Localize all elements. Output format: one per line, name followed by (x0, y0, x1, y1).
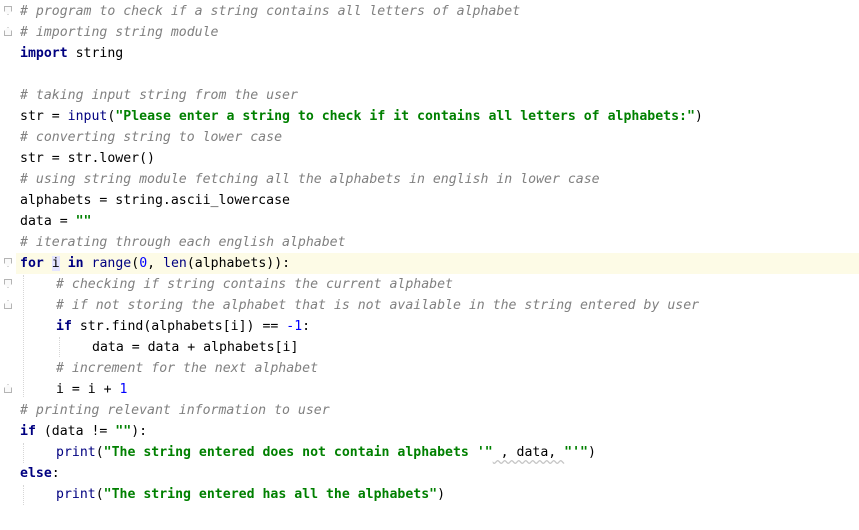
code-comment-line[interactable]: # checking if string contains the curren… (20, 274, 859, 295)
fold-end-icon[interactable] (4, 300, 12, 309)
code-token: i (51, 256, 60, 271)
code-token: print (56, 445, 96, 460)
code-line[interactable]: if (data != ""): (20, 421, 859, 442)
code-token: = (43, 109, 68, 124)
code-token: "" (75, 214, 92, 229)
fold-start-icon[interactable] (4, 6, 12, 15)
code-token: "The string entered does not contain alp… (103, 445, 493, 460)
code-token: : (51, 466, 60, 481)
code-token: i = i + (56, 382, 120, 397)
code-line[interactable]: data = data + alphabets[i] (20, 337, 859, 358)
comment-text: # printing relevant information to user (20, 403, 330, 418)
code-comment-line[interactable]: # using string module fetching all the a… (20, 169, 859, 190)
code-comment-line[interactable]: # increment for the next alphabet (20, 358, 859, 379)
comment-text: # importing string module (20, 25, 219, 40)
fold-start-icon[interactable] (4, 258, 12, 267)
code-token: -1 (286, 319, 303, 334)
code-token: input (67, 109, 108, 124)
code-comment-line[interactable]: # program to check if a string contains … (20, 1, 859, 22)
code-token: ) (437, 487, 446, 502)
code-token: data = (20, 214, 76, 229)
code-comment-line[interactable]: # converting string to lower case (20, 127, 859, 148)
code-token: ( (95, 445, 104, 460)
comment-text: # if not storing the alphabet that is no… (56, 298, 700, 313)
code-token: 1 (119, 382, 128, 397)
code-line[interactable]: if str.find(alphabets[i]) == -1: (20, 316, 859, 337)
comment-text: # increment for the next alphabet (56, 361, 319, 376)
fold-end-icon[interactable] (4, 384, 12, 393)
code-token: "Please enter a string to check if it co… (115, 109, 695, 124)
code-line[interactable]: data = "" (20, 211, 859, 232)
indent-guide (23, 443, 24, 463)
code-token: (alphabets)): (186, 256, 291, 271)
code-line[interactable]: else: (20, 463, 859, 484)
comment-text: # taking input string from the user (20, 88, 298, 103)
code-token: , data, (492, 445, 565, 460)
code-token: , (147, 256, 164, 271)
code-line[interactable]: import string (20, 43, 859, 64)
code-token: : (302, 319, 311, 334)
code-line[interactable]: str = input("Please enter a string to ch… (20, 106, 859, 127)
code-line[interactable]: alphabets = string.ascii_lowercase (20, 190, 859, 211)
code-token: range (91, 256, 132, 271)
code-token: "" (115, 424, 132, 439)
code-comment-line[interactable]: # importing string module (20, 22, 859, 43)
code-token: if (56, 319, 72, 334)
code-comment-line[interactable]: # printing relevant information to user (20, 400, 859, 421)
code-token: else (20, 466, 52, 481)
code-line[interactable]: i = i + 1 (20, 379, 859, 400)
code-token: ): (131, 424, 148, 439)
fold-start-icon[interactable] (4, 279, 12, 288)
code-token: for (20, 256, 44, 271)
code-token: 0 (139, 256, 148, 271)
code-token: str (20, 109, 44, 124)
code-token: print (56, 487, 96, 502)
code-token: string (67, 46, 124, 61)
code-line[interactable]: str = str.lower() (20, 148, 859, 169)
code-comment-line[interactable]: # iterating through each english alphabe… (20, 232, 859, 253)
indent-guide (23, 485, 24, 505)
code-line[interactable]: print("The string entered does not conta… (20, 442, 859, 463)
code-token: str.find(alphabets[i]) == (71, 319, 287, 334)
code-token: ( (131, 256, 140, 271)
code-token: str = str.lower() (20, 151, 155, 166)
comment-text: # using string module fetching all the a… (20, 172, 600, 187)
code-token: ( (95, 487, 104, 502)
code-token: len (163, 256, 187, 271)
code-comment-line[interactable]: # if not storing the alphabet that is no… (20, 295, 859, 316)
code-token: ) (694, 109, 703, 124)
code-token: in (67, 256, 84, 271)
indent-guide (23, 275, 24, 397)
code-line[interactable]: for i in range(0, len(alphabets)): (16, 253, 859, 274)
comment-text: # checking if string contains the curren… (56, 277, 453, 292)
code-comment-line[interactable]: # taking input string from the user (20, 85, 859, 106)
comment-text: # program to check if a string contains … (20, 4, 521, 19)
indent-guide (59, 337, 60, 357)
code-token: if (20, 424, 36, 439)
code-token: "The string entered has all the alphabet… (103, 487, 438, 502)
comment-text: # iterating through each english alphabe… (20, 235, 346, 250)
fold-end-icon[interactable] (4, 27, 12, 36)
code-token: data = data + alphabets[i] (92, 340, 299, 355)
code-token: alphabets = string.ascii_lowercase (20, 193, 290, 208)
blank-line[interactable] (20, 64, 859, 85)
code-token: "'" (564, 445, 588, 460)
code-line[interactable]: print("The string entered has all the al… (20, 484, 859, 505)
comment-text: # converting string to lower case (20, 130, 283, 145)
code-token: import (20, 46, 68, 61)
editor-gutter (0, 0, 16, 530)
code-token: (data != (35, 424, 116, 439)
code-token: ) (588, 445, 596, 460)
